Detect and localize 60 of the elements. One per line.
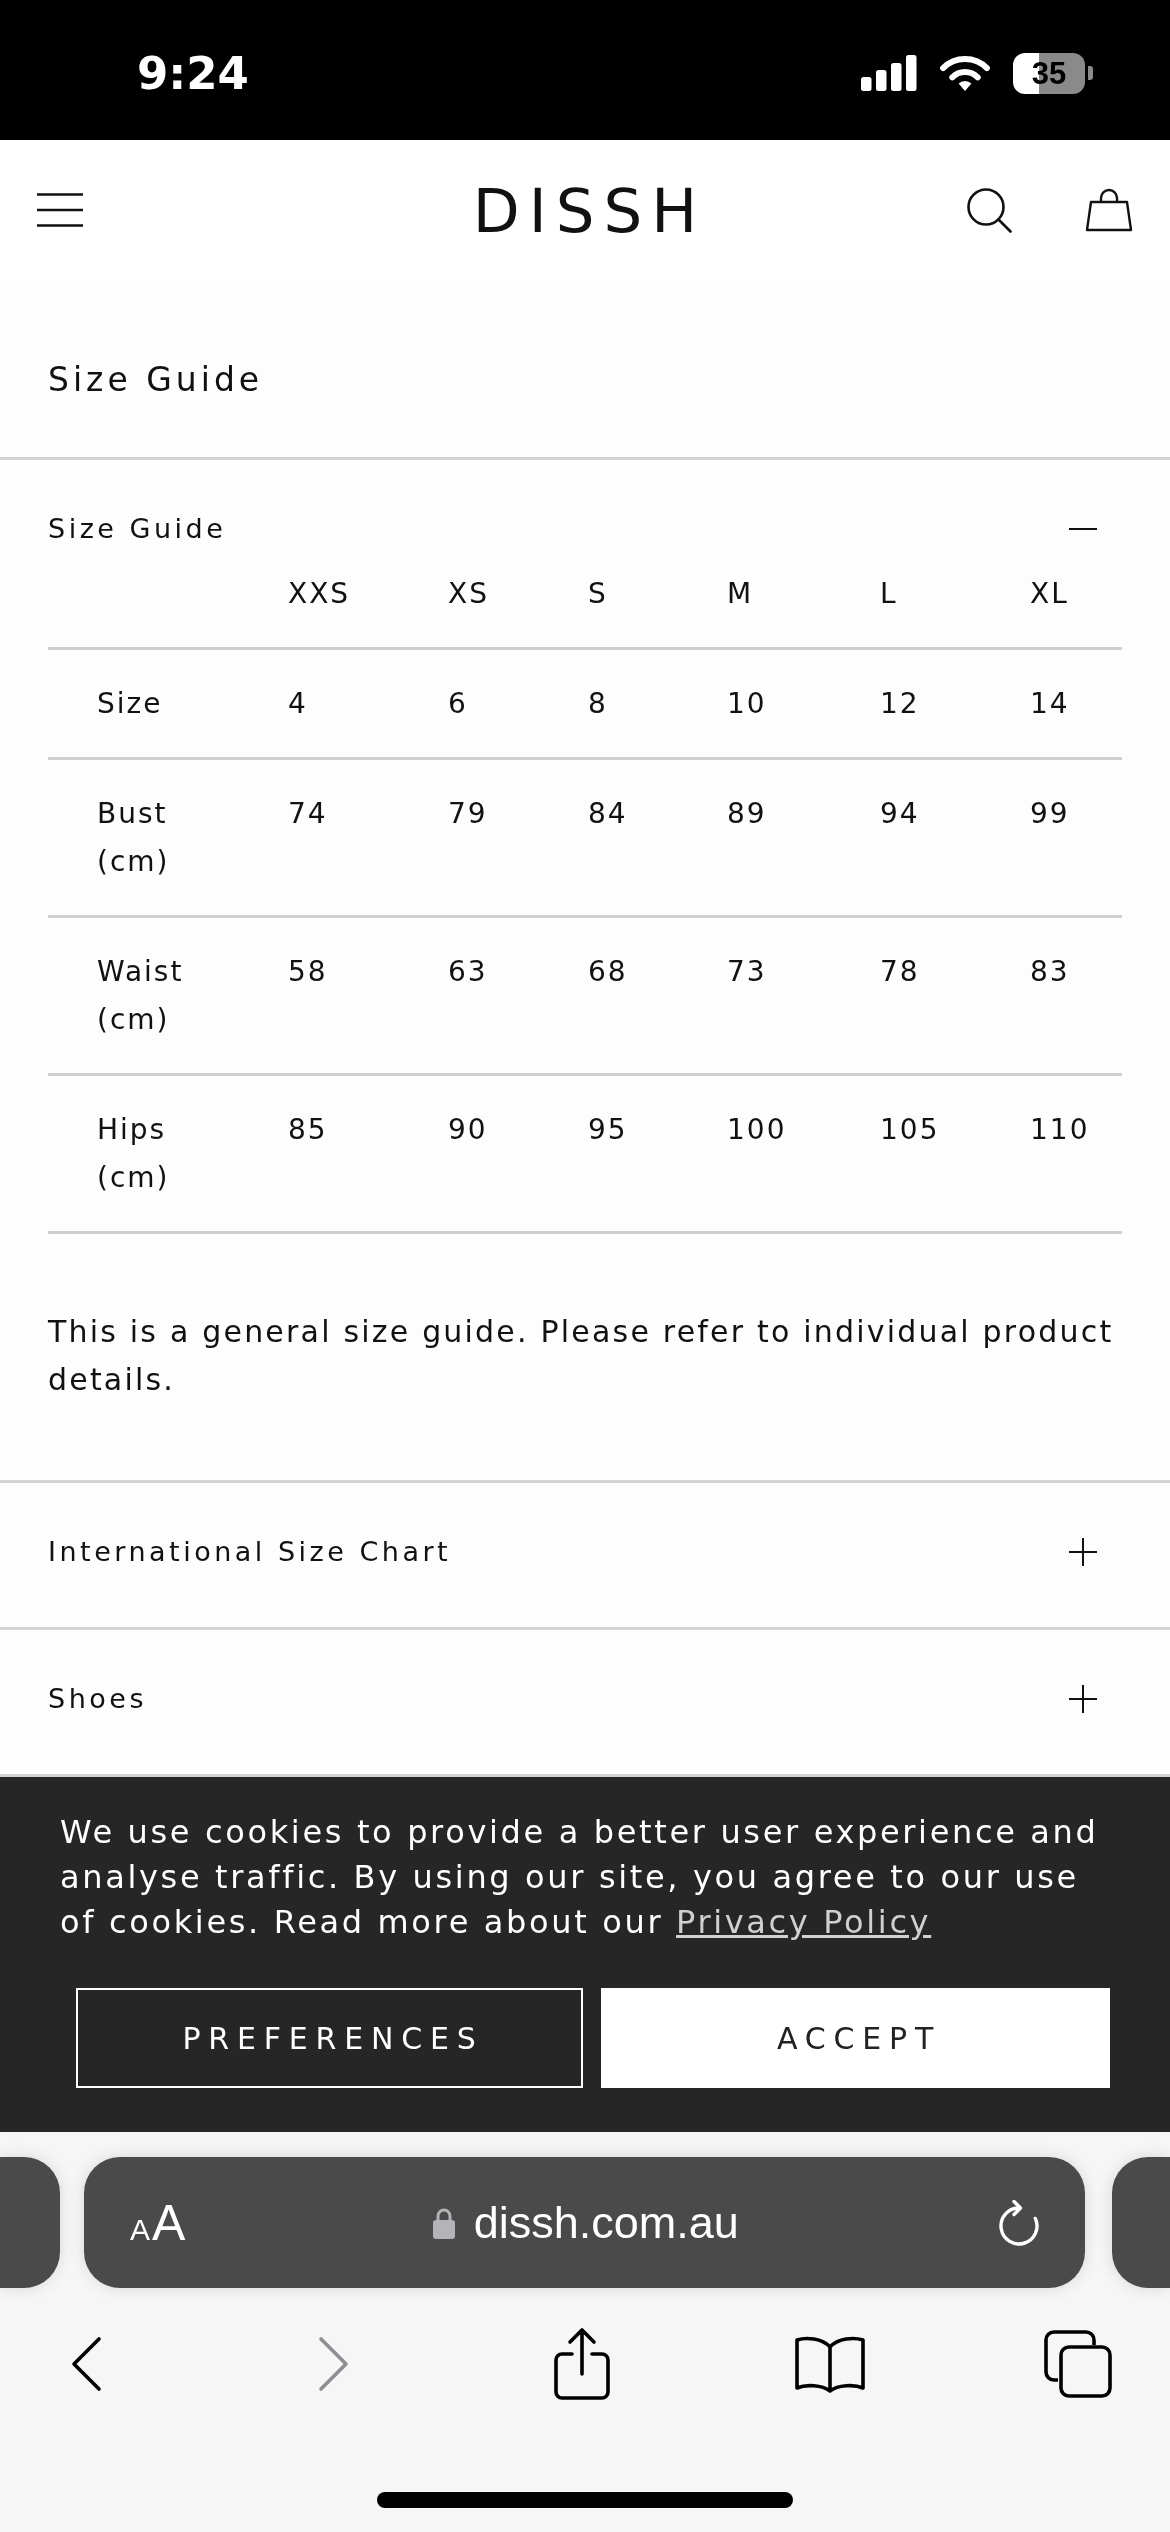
table-cell-text: 79 [448,796,488,832]
text-size-button[interactable]: AA [130,2197,186,2248]
table-cell-text: 90 [448,1112,488,1148]
table-cell-text: 94 [880,796,920,832]
menu-icon[interactable] [37,193,83,227]
accordion-header[interactable]: International Size Chart [48,1538,1122,1566]
table-cell-text: 6 [448,686,468,722]
column-header: S [588,576,608,612]
url-text: dissh.com.au [473,2200,739,2245]
table-cell-text: 4 [288,686,308,722]
table-cell-text: 74 [288,796,328,832]
adjacent-tab[interactable] [0,2157,60,2288]
signal-icon [861,55,917,91]
table-cell-text: 10 [727,686,767,722]
accordion-header[interactable]: Size Guide [48,515,1122,543]
tabs-icon[interactable] [1044,2330,1112,2398]
table-cell-text: 68 [588,954,628,990]
back-chevron-icon[interactable] [70,2336,102,2392]
column-header: XL [1030,576,1069,612]
table-cell-text: 110 [1030,1112,1090,1148]
table-cell-text: 8 [588,686,608,722]
row-header: Waist (cm) [97,954,185,1038]
adjacent-tab[interactable] [1112,2157,1170,2288]
column-header: L [880,576,898,612]
table-cell-text: 89 [727,796,767,832]
table-cell-text: 105 [880,1112,940,1148]
table-cell-text: 83 [1030,954,1070,990]
row-header: Bust (cm) [97,796,171,880]
table-cell-text: 14 [1030,686,1070,722]
preferences-button[interactable]: PREFERENCES [76,1988,583,2088]
table-cell-text: 78 [880,954,920,990]
logo[interactable]: DISSH [463,179,707,241]
table-cell-text: 12 [880,686,920,722]
accept-button[interactable]: ACCEPT [601,1988,1110,2088]
book-icon[interactable] [794,2335,866,2393]
size-guide-note: This is a general size guide. Please refer to individual product details. [48,1313,1115,1399]
wifi-icon [939,54,991,92]
table-cell-text: 58 [288,954,328,990]
address-bar[interactable]: AA dissh.com.au [84,2157,1085,2288]
column-header: M [727,576,754,612]
table-cell-text: 95 [588,1112,628,1148]
table-cell-text: 99 [1030,796,1070,832]
column-header: XXS [288,576,351,612]
table-cell-text: 85 [288,1112,328,1148]
table-cell-text: 63 [448,954,488,990]
table-cell-text: 73 [727,954,767,990]
page-title: Size Guide [48,359,264,401]
lock-icon [431,2206,456,2239]
row-header: Hips (cm) [97,1112,171,1196]
accordion-header[interactable]: Shoes [48,1685,1122,1713]
table-cell-text: 100 [727,1112,787,1148]
share-icon[interactable] [553,2327,611,2401]
column-header: XS [448,576,489,612]
shopping-bag-icon[interactable] [1085,188,1133,232]
row-header: Size [97,686,163,722]
privacy-policy-link[interactable]: Privacy Policy [676,1903,932,1941]
cookie-message: We use cookies to provide a better user experience and analyse traffic. By using our site, you agree to our use of cookies. Read more about our Privacy Policy [60,1812,1100,1943]
search-icon[interactable] [966,187,1012,233]
status-time: 9:24 [137,50,249,96]
table-cell-text: 84 [588,796,628,832]
